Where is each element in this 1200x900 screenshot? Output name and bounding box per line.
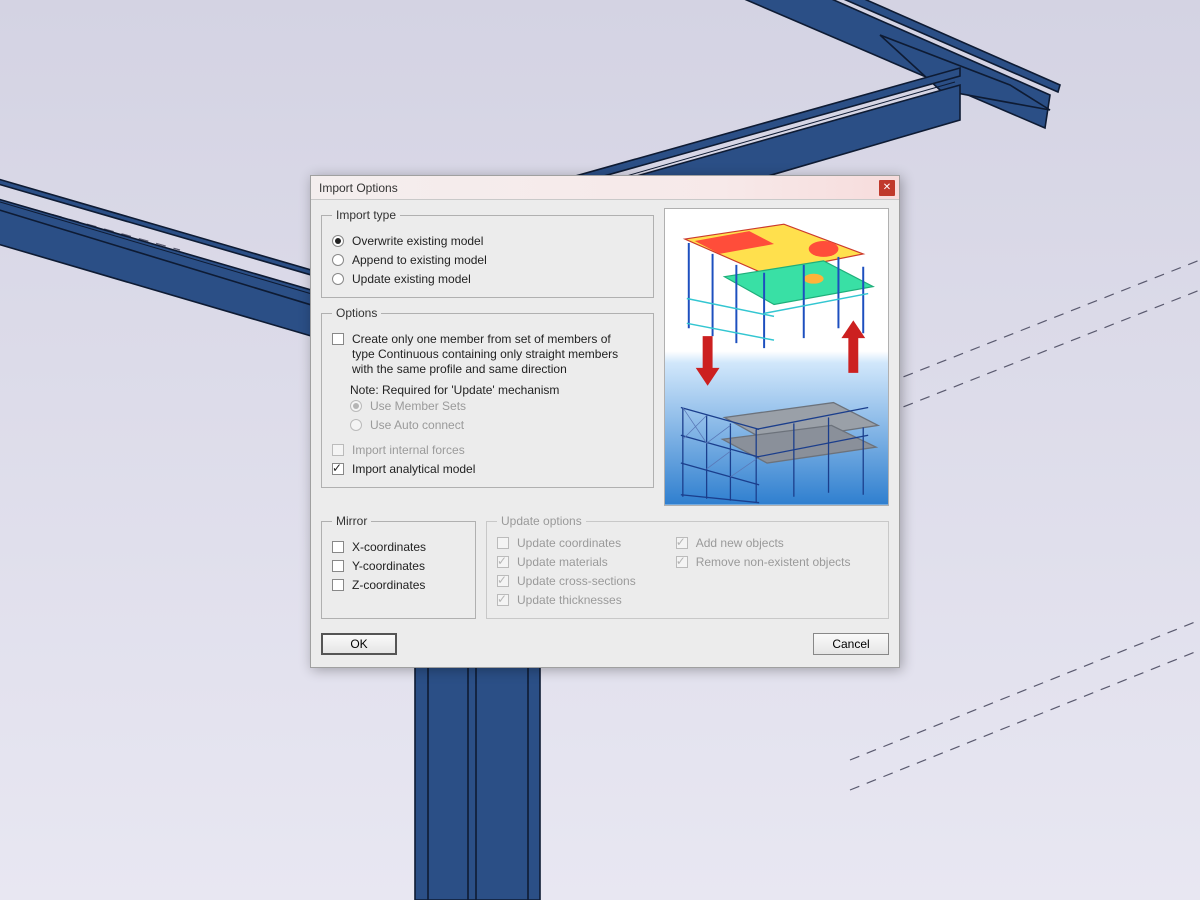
check-import-internal-forces [332, 444, 344, 456]
check-update-coordinates-label: Update coordinates [517, 536, 621, 551]
check-update-coordinates [497, 537, 509, 549]
check-mirror-y[interactable] [332, 560, 344, 572]
check-import-analytical-model[interactable] [332, 463, 344, 475]
check-update-cross-sections [497, 575, 509, 587]
ok-button[interactable]: OK [321, 633, 397, 655]
check-update-thicknesses [497, 594, 509, 606]
dialog-title: Import Options [319, 181, 879, 195]
radio-use-auto-connect-label: Use Auto connect [370, 418, 464, 433]
radio-update-label[interactable]: Update existing model [352, 272, 471, 287]
check-import-internal-forces-label: Import internal forces [352, 443, 465, 458]
dialog-titlebar[interactable]: Import Options ✕ [311, 176, 899, 200]
preview-image [664, 208, 889, 506]
check-create-one-member[interactable] [332, 333, 344, 345]
check-update-materials-label: Update materials [517, 555, 608, 570]
check-import-analytical-model-label[interactable]: Import analytical model [352, 462, 475, 477]
radio-use-auto-connect [350, 419, 362, 431]
mirror-group: Mirror X-coordinates Y-coordinates Z-coo… [321, 514, 476, 619]
import-options-dialog: Import Options ✕ Import type Overwrite e… [310, 175, 900, 668]
radio-overwrite-label[interactable]: Overwrite existing model [352, 234, 483, 249]
radio-update[interactable] [332, 273, 344, 285]
check-create-one-member-label[interactable]: Create only one member from set of membe… [352, 332, 622, 377]
check-add-new-objects-label: Add new objects [696, 536, 784, 551]
radio-use-member-sets [350, 400, 362, 412]
radio-overwrite[interactable] [332, 235, 344, 247]
check-update-cross-sections-label: Update cross-sections [517, 574, 636, 589]
radio-append-label[interactable]: Append to existing model [352, 253, 487, 268]
cancel-button[interactable]: Cancel [813, 633, 889, 655]
check-mirror-z[interactable] [332, 579, 344, 591]
options-group: Options Create only one member from set … [321, 306, 654, 488]
options-note: Note: Required for 'Update' mechanism [350, 383, 643, 397]
options-legend: Options [332, 306, 381, 320]
check-update-materials [497, 556, 509, 568]
check-mirror-y-label[interactable]: Y-coordinates [352, 559, 425, 574]
radio-use-member-sets-label: Use Member Sets [370, 399, 466, 414]
import-type-group: Import type Overwrite existing model App… [321, 208, 654, 298]
mirror-legend: Mirror [332, 514, 371, 528]
import-type-legend: Import type [332, 208, 400, 222]
check-add-new-objects [676, 537, 688, 549]
check-mirror-z-label[interactable]: Z-coordinates [352, 578, 425, 593]
check-remove-nonexistent [676, 556, 688, 568]
check-mirror-x[interactable] [332, 541, 344, 553]
radio-append[interactable] [332, 254, 344, 266]
check-remove-nonexistent-label: Remove non-existent objects [696, 555, 851, 570]
check-update-thicknesses-label: Update thicknesses [517, 593, 622, 608]
update-options-group: Update options Update coordinates Update… [486, 514, 889, 619]
close-button[interactable]: ✕ [879, 180, 895, 196]
update-options-legend: Update options [497, 514, 586, 528]
check-mirror-x-label[interactable]: X-coordinates [352, 540, 426, 555]
